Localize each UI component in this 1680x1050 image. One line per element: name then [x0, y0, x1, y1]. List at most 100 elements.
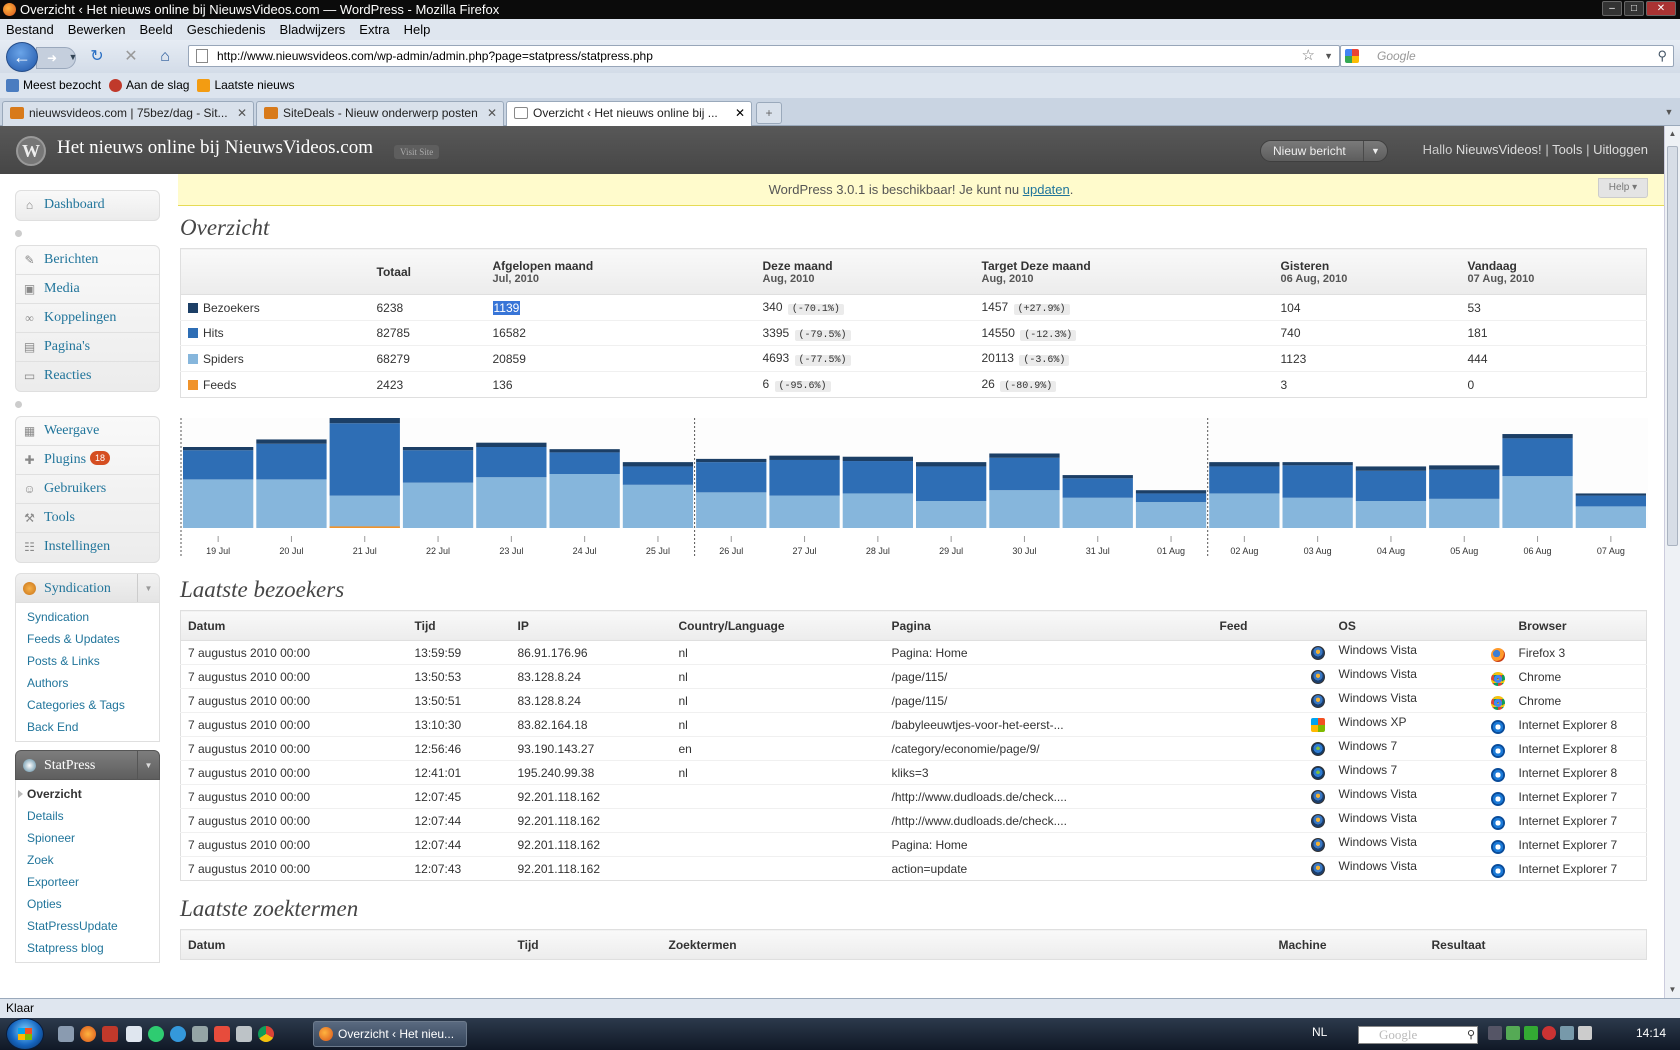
taskbar-search[interactable]: Google ⚲: [1358, 1026, 1478, 1044]
chevron-down-icon[interactable]: ▼: [137, 574, 159, 602]
start-button[interactable]: [6, 1018, 44, 1050]
menu-beeld[interactable]: Beeld: [140, 19, 173, 40]
menu-geschiedenis[interactable]: Geschiedenis: [187, 19, 266, 40]
google-icon[interactable]: [1345, 49, 1359, 63]
search-icon[interactable]: ⚲: [1657, 46, 1667, 66]
new-post-button[interactable]: Nieuw bericht ▼: [1260, 140, 1388, 162]
submenu-item[interactable]: Feeds & Updates: [16, 628, 159, 650]
menu-help[interactable]: Help: [404, 19, 431, 40]
sidebar-item-gebruikers[interactable]: ☺ Gebruikers: [16, 475, 159, 504]
submenu-item[interactable]: Categories & Tags: [16, 694, 159, 716]
sidebar-item-tools[interactable]: ⚒ Tools: [16, 504, 159, 533]
help-button[interactable]: Help ▾: [1598, 178, 1648, 198]
scroll-up-icon[interactable]: ▲: [1665, 126, 1680, 142]
history-dropdown-icon[interactable]: ▼: [64, 48, 82, 66]
tools-link[interactable]: Tools: [1552, 142, 1582, 157]
mail-icon[interactable]: [126, 1026, 142, 1042]
chevron-down-icon[interactable]: ▼: [1363, 141, 1387, 161]
vertical-scrollbar[interactable]: ▲ ▼: [1664, 126, 1680, 998]
maximize-button[interactable]: □: [1624, 1, 1644, 16]
sidebar-item-reacties[interactable]: ▭ Reacties: [16, 362, 159, 391]
submenu-item[interactable]: Posts & Links: [16, 650, 159, 672]
submenu-item[interactable]: Back End: [16, 716, 159, 738]
sidebar-item-weergave[interactable]: ▦ Weergave: [16, 417, 159, 446]
sidebar-item-dashboard[interactable]: ⌂ Dashboard: [16, 191, 159, 220]
network-icon[interactable]: [1560, 1026, 1574, 1040]
show-desktop-icon[interactable]: [58, 1026, 74, 1042]
scrollbar-thumb[interactable]: [1667, 146, 1678, 546]
chrome-quicklaunch-icon[interactable]: [258, 1026, 274, 1042]
submenu-item[interactable]: Statpress blog: [16, 937, 159, 959]
tray-icon[interactable]: [1488, 1026, 1502, 1040]
clock[interactable]: 14:14: [1636, 1026, 1666, 1040]
update-link[interactable]: updaten: [1023, 182, 1070, 197]
search-icon[interactable]: ⚲: [1467, 1027, 1475, 1043]
menu-bewerken[interactable]: Bewerken: [68, 19, 126, 40]
menu-bestand[interactable]: Bestand: [6, 19, 54, 40]
sidebar-item-koppelingen[interactable]: ∞ Koppelingen: [16, 304, 159, 333]
tray-icon[interactable]: [1506, 1026, 1520, 1040]
visit-site-button[interactable]: Visit Site: [394, 145, 440, 159]
username-link[interactable]: NieuwsVideos!: [1456, 142, 1542, 157]
submenu-item[interactable]: Zoek: [16, 849, 159, 871]
close-window-button[interactable]: ✕: [1646, 1, 1676, 16]
url-dropdown-icon[interactable]: ▼: [1324, 46, 1333, 66]
submenu-item[interactable]: StatPressUpdate: [16, 915, 159, 937]
app-icon[interactable]: [170, 1026, 186, 1042]
logout-link[interactable]: Uitloggen: [1593, 142, 1648, 157]
tab-sitedeals[interactable]: SiteDeals - Nieuw onderwerp posten ✕: [256, 101, 504, 126]
bookmark-getting-started[interactable]: Aan de slag: [109, 73, 189, 98]
bookmark-latest-news[interactable]: Laatste nieuws: [197, 73, 295, 98]
menu-bladwijzers[interactable]: Bladwijzers: [280, 19, 346, 40]
url-bar[interactable]: http://www.nieuwsvideos.com/wp-admin/adm…: [188, 45, 1340, 67]
submenu-item[interactable]: Spioneer: [16, 827, 159, 849]
sidebar-item-berichten[interactable]: ✎ Berichten: [16, 246, 159, 275]
submenu-item[interactable]: Exporteer: [16, 871, 159, 893]
tab-overzicht[interactable]: Overzicht ‹ Het nieuws online bij ... ✕: [506, 101, 752, 127]
site-title[interactable]: Het nieuws online bij NieuwsVideos.com: [57, 137, 373, 159]
language-indicator[interactable]: NL: [1312, 1025, 1327, 1039]
firefox-quicklaunch-icon[interactable]: [80, 1026, 96, 1042]
sidebar-item-label: Gebruikers: [44, 481, 107, 496]
sidebar-item-statpress[interactable]: StatPress ▼: [15, 750, 160, 780]
wordpress-logo-icon[interactable]: W: [16, 136, 46, 166]
close-tab-icon[interactable]: ✕: [735, 102, 745, 125]
reload-icon[interactable]: ↻: [88, 48, 106, 66]
cell-tijd: 12:07:44: [407, 808, 511, 833]
minimize-button[interactable]: –: [1602, 1, 1622, 16]
cell-browser: Internet Explorer 8: [1511, 760, 1647, 785]
app-icon[interactable]: [214, 1026, 230, 1042]
submenu-item-current[interactable]: Overzicht: [16, 783, 159, 805]
app-icon[interactable]: [236, 1026, 252, 1042]
sidebar-item-plugins[interactable]: ✚ Plugins 18: [16, 446, 159, 475]
bookmark-star-icon[interactable]: ☆: [1302, 46, 1315, 66]
bookmark-most-visited[interactable]: Meest bezocht: [6, 73, 101, 98]
volume-icon[interactable]: [1578, 1026, 1592, 1040]
back-button[interactable]: ←: [6, 42, 38, 72]
sidebar-item-instellingen[interactable]: ☷ Instellingen: [16, 533, 159, 562]
app-icon[interactable]: [148, 1026, 164, 1042]
tray-icon[interactable]: [1542, 1026, 1556, 1040]
stop-icon[interactable]: ✕: [122, 48, 140, 66]
close-tab-icon[interactable]: ✕: [487, 102, 497, 125]
app-icon[interactable]: [192, 1026, 208, 1042]
tray-icon[interactable]: [1524, 1026, 1538, 1040]
filezilla-icon[interactable]: [102, 1026, 118, 1042]
chevron-down-icon[interactable]: ▼: [137, 751, 159, 779]
submenu-item[interactable]: Opties: [16, 893, 159, 915]
sidebar-item-media[interactable]: ▣ Media: [16, 275, 159, 304]
submenu-item[interactable]: Authors: [16, 672, 159, 694]
home-icon[interactable]: ⌂: [156, 48, 174, 66]
search-bar[interactable]: Google ⚲: [1340, 45, 1674, 67]
sidebar-item-paginas[interactable]: ▤ Pagina's: [16, 333, 159, 362]
tab-nieuwsvideos[interactable]: nieuwsvideos.com | 75bez/dag - Sit... ✕: [2, 101, 254, 126]
close-tab-icon[interactable]: ✕: [237, 102, 247, 125]
scroll-down-icon[interactable]: ▼: [1665, 982, 1680, 998]
submenu-item[interactable]: Syndication: [16, 606, 159, 628]
menu-extra[interactable]: Extra: [359, 19, 389, 40]
submenu-item[interactable]: Details: [16, 805, 159, 827]
sidebar-item-syndication[interactable]: Syndication ▼: [15, 573, 160, 603]
new-tab-button[interactable]: +: [756, 102, 782, 124]
taskbar-firefox-window[interactable]: Overzicht ‹ Het nieu...: [313, 1021, 467, 1047]
tab-list-icon[interactable]: ▼: [1660, 102, 1678, 124]
